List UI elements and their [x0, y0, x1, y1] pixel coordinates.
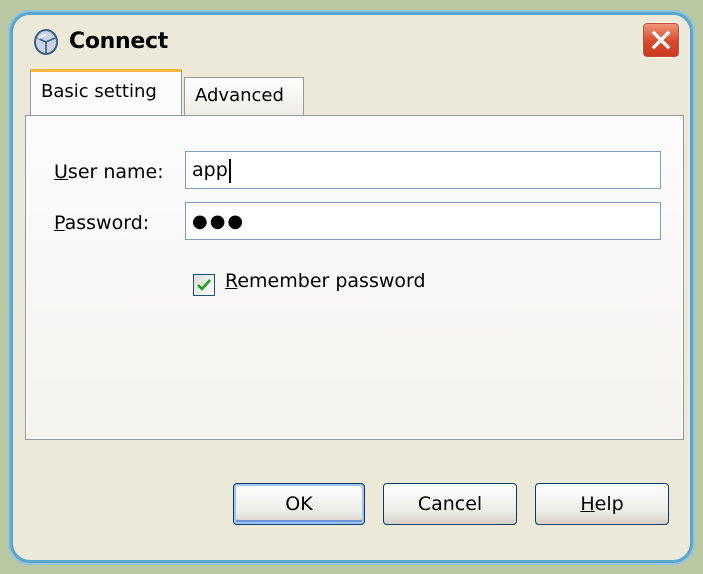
remember-label-text: emember password	[237, 270, 426, 292]
close-button[interactable]	[642, 22, 680, 58]
remember-label-mnemonic: R	[225, 270, 238, 292]
remember-password-label[interactable]: Remember password	[225, 270, 426, 292]
username-label: User name:	[54, 161, 164, 183]
tab-advanced[interactable]: Advanced	[184, 77, 304, 115]
password-label-mnemonic: P	[54, 212, 65, 234]
checkmark-icon	[197, 279, 211, 291]
username-label-mnemonic: U	[54, 161, 68, 183]
close-icon	[651, 30, 671, 50]
cube-icon	[34, 29, 58, 55]
username-value: app	[192, 159, 228, 181]
password-mask: ●●●	[192, 211, 246, 232]
username-label-text: ser name:	[67, 161, 164, 183]
ok-button[interactable]: OK	[233, 483, 365, 525]
password-input[interactable]: ●●●	[185, 202, 661, 240]
text-caret	[228, 158, 231, 183]
help-button[interactable]: Help	[535, 483, 669, 525]
connect-dialog: Connect Basic setting Advanced User name…	[10, 12, 693, 563]
cancel-button[interactable]: Cancel	[383, 483, 517, 525]
title-bar[interactable]: Connect	[13, 15, 690, 69]
window-title: Connect	[69, 29, 168, 54]
username-input[interactable]: app	[185, 151, 661, 189]
basic-setting-panel: User name: app Password: ●●● Remember pa…	[25, 115, 684, 440]
tab-basic-setting[interactable]: Basic setting	[30, 69, 182, 115]
remember-password-checkbox[interactable]	[193, 274, 215, 296]
help-mnemonic: H	[580, 493, 595, 515]
password-label-text: assword:	[64, 212, 150, 234]
help-label-text: elp	[594, 493, 624, 515]
password-label: Password:	[54, 212, 149, 234]
